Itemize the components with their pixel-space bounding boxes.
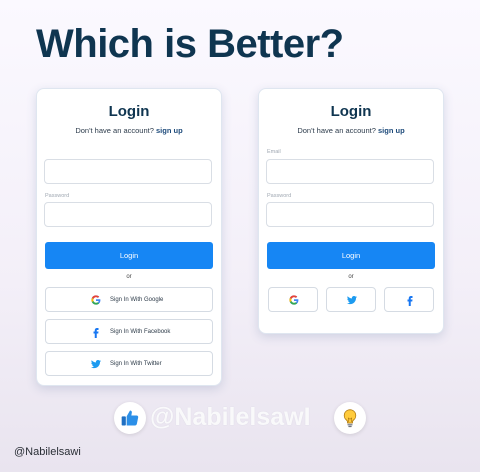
password-label: Password (267, 193, 292, 199)
login-card-full-buttons: Login Don't have an account? sign up Pas… (36, 88, 222, 386)
signup-link[interactable]: sign up (156, 126, 183, 135)
or-divider: or (348, 274, 354, 280)
or-divider: or (126, 274, 132, 280)
password-field[interactable] (266, 202, 434, 227)
sign-in-facebook-label: Sign In With Facebook (110, 329, 171, 335)
google-icon (91, 295, 101, 305)
thumbs-up-icon (121, 410, 139, 426)
twitter-icon (347, 295, 357, 305)
email-field[interactable] (266, 159, 434, 184)
card-title: Login (108, 103, 150, 120)
google-icon (289, 295, 299, 305)
lightbulb-reaction[interactable] (334, 402, 366, 434)
signup-prompt: Don't have an account? sign up (37, 126, 221, 135)
email-label: Email (267, 149, 281, 155)
headline: Which is Better? (36, 22, 344, 66)
signup-prompt-text: Don't have an account? (75, 126, 154, 135)
login-button[interactable]: Login (45, 242, 213, 269)
sign-in-twitter-button[interactable]: Sign In With Twitter (45, 351, 213, 376)
author-credit: @Nabilelsawi (14, 446, 81, 458)
login-card-icon-buttons: Login Don't have an account? sign up Ema… (258, 88, 444, 334)
facebook-icon (93, 328, 99, 338)
email-field[interactable] (44, 159, 212, 184)
thumbs-up-reaction[interactable] (114, 402, 146, 434)
signup-prompt-text: Don't have an account? (297, 126, 376, 135)
signup-link[interactable]: sign up (378, 126, 405, 135)
password-label: Password (45, 193, 70, 199)
twitter-sign-in-button[interactable] (326, 287, 376, 312)
sign-in-google-button[interactable]: Sign In With Google (45, 287, 213, 312)
sign-in-twitter-label: Sign In With Twitter (110, 361, 162, 367)
facebook-sign-in-button[interactable] (384, 287, 434, 312)
password-field[interactable] (44, 202, 212, 227)
watermark: @NabilelsawI (150, 403, 311, 431)
login-button[interactable]: Login (267, 242, 435, 269)
twitter-icon (91, 359, 101, 369)
google-sign-in-button[interactable] (268, 287, 318, 312)
card-title: Login (330, 103, 372, 120)
sign-in-facebook-button[interactable]: Sign In With Facebook (45, 319, 213, 344)
signup-prompt: Don't have an account? sign up (259, 126, 443, 135)
sign-in-google-label: Sign In With Google (110, 297, 164, 303)
lightbulb-icon (343, 409, 357, 428)
facebook-icon (407, 296, 413, 306)
